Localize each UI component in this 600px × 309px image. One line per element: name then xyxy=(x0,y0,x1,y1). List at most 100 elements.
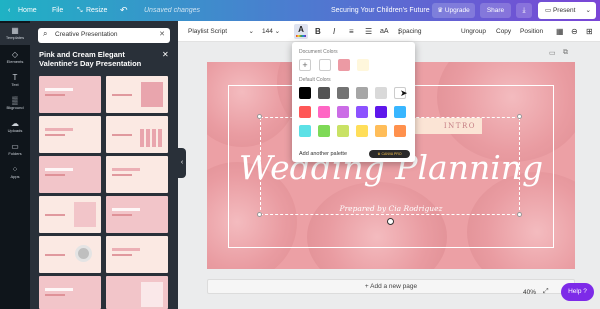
rail-background[interactable]: ▒ Bkground xyxy=(0,93,30,115)
list-icon[interactable]: ☰ xyxy=(365,21,372,42)
bold-icon[interactable]: B xyxy=(315,21,321,42)
add-color-button[interactable]: + xyxy=(299,59,311,71)
default-color-swatch[interactable] xyxy=(299,106,311,118)
template-page-thumb[interactable] xyxy=(39,236,101,273)
present-button[interactable]: ▭ Present ⌄ xyxy=(538,2,596,19)
side-rail: ▦ Templates ◇ Elements T Text ▒ Bkground ☁ Up… xyxy=(0,21,30,309)
document-title[interactable]: Securing Your Children's Future xyxy=(331,0,430,21)
template-page-thumb[interactable] xyxy=(39,156,101,193)
position-button[interactable]: Position xyxy=(520,21,543,42)
close-icon[interactable]: ✕ xyxy=(162,50,169,59)
resize-handle[interactable] xyxy=(517,114,522,119)
fullscreen-icon[interactable]: ⤢ xyxy=(543,288,549,296)
letter-case-icon[interactable]: aA xyxy=(380,21,389,42)
default-color-swatch[interactable] xyxy=(318,106,330,118)
rail-label: Elements xyxy=(6,59,24,64)
default-colors-label: Default Colors xyxy=(299,77,331,83)
default-color-swatch[interactable] xyxy=(299,125,311,137)
file-menu[interactable]: File xyxy=(52,0,63,21)
save-status: Unsaved changes xyxy=(144,7,201,14)
transparency-icon[interactable]: ▦ xyxy=(556,21,564,42)
clear-search-icon[interactable]: ✕ xyxy=(159,30,165,38)
zoom-level[interactable]: 40% xyxy=(523,289,536,296)
resize-button[interactable]: Resize xyxy=(86,0,107,21)
duplicate-page-icon[interactable]: ⧉ xyxy=(563,49,568,57)
lock-icon[interactable]: ⊞ xyxy=(586,21,593,42)
rail-label: Apps xyxy=(10,174,20,179)
chevron-down-icon[interactable]: ⌄ xyxy=(586,2,591,19)
template-page-thumb[interactable] xyxy=(106,156,168,193)
rail-label: Bkground xyxy=(6,105,24,110)
rotate-handle[interactable] xyxy=(387,218,394,225)
template-page-thumb[interactable] xyxy=(106,276,168,309)
template-page-thumb[interactable] xyxy=(106,76,168,113)
template-page-thumb[interactable] xyxy=(39,76,101,113)
default-color-swatch[interactable] xyxy=(394,125,406,137)
default-color-swatch[interactable] xyxy=(356,87,368,99)
rail-folders[interactable]: ▭ Folders xyxy=(0,139,30,161)
undo-icon[interactable]: ↶ xyxy=(120,0,128,21)
pro-badge-label: CANVA PRO xyxy=(381,152,402,156)
default-color-swatch[interactable] xyxy=(318,125,330,137)
rail-label: Folders xyxy=(8,151,22,156)
copy-button[interactable]: Copy xyxy=(496,21,511,42)
home-button[interactable]: Home xyxy=(18,0,37,21)
back-chevron-icon[interactable]: ‹ xyxy=(8,0,10,21)
search-input[interactable]: ⌕ Creative Presentation ✕ xyxy=(38,28,170,43)
template-page-thumb[interactable] xyxy=(106,196,168,233)
add-page-button[interactable]: + Add a new page xyxy=(207,279,575,294)
chevron-down-icon: ⌄ xyxy=(248,28,254,35)
align-icon[interactable]: ≡ xyxy=(349,21,354,42)
document-color-swatch[interactable] xyxy=(338,59,350,71)
default-color-swatch[interactable] xyxy=(299,87,311,99)
rail-templates[interactable]: ▦ Templates xyxy=(0,23,30,45)
font-size-select[interactable]: 144 ⌄ xyxy=(262,24,284,39)
share-button[interactable]: Share xyxy=(480,3,511,18)
templates-icon: ▦ xyxy=(11,26,19,35)
document-colors-label: Document Colors xyxy=(299,49,338,55)
resize-handle[interactable] xyxy=(257,114,262,119)
rail-apps[interactable]: ⁘ Apps xyxy=(0,162,30,184)
upgrade-label: Upgrade xyxy=(444,7,470,14)
rail-uploads[interactable]: ☁ Uploads xyxy=(0,116,30,138)
default-color-swatch[interactable] xyxy=(356,106,368,118)
rail-label: Uploads xyxy=(7,128,23,133)
ungroup-button[interactable]: Ungroup xyxy=(461,21,486,42)
link-icon[interactable]: ⊖ xyxy=(571,21,578,42)
template-page-thumb[interactable] xyxy=(106,116,168,153)
default-color-swatch[interactable] xyxy=(337,106,349,118)
default-color-swatch[interactable] xyxy=(337,125,349,137)
default-color-swatch[interactable] xyxy=(375,106,387,118)
template-page-thumb[interactable] xyxy=(39,196,101,233)
rail-label: Text xyxy=(11,82,19,87)
template-page-thumb[interactable] xyxy=(39,276,101,309)
text-color-button[interactable]: A xyxy=(294,24,308,39)
page-notes-icon[interactable]: ▭ xyxy=(549,49,556,57)
background-icon: ▒ xyxy=(12,96,18,105)
default-color-swatch[interactable] xyxy=(337,87,349,99)
add-palette-link[interactable]: Add another palette xyxy=(299,151,347,157)
upgrade-button[interactable]: ♛ Upgrade xyxy=(432,3,475,18)
uploads-icon: ☁ xyxy=(11,119,19,128)
collapse-panel-button[interactable]: ‹ xyxy=(178,148,186,178)
download-icon[interactable]: ⤓ xyxy=(516,3,532,18)
document-color-swatch[interactable] xyxy=(319,59,331,71)
italic-icon[interactable]: I xyxy=(333,21,335,42)
color-picker-dropdown: Document Colors + Default Colors Add ano… xyxy=(292,42,415,162)
template-page-thumb[interactable] xyxy=(106,236,168,273)
default-color-swatch[interactable] xyxy=(318,87,330,99)
slide-byline[interactable]: Prepared by Cia Rodriguez xyxy=(207,204,575,213)
rail-elements[interactable]: ◇ Elements xyxy=(0,47,30,69)
spacing-button[interactable]: Spacing xyxy=(398,21,422,42)
template-title: Pink and Cream Elegant Valentine's Day P… xyxy=(39,50,142,68)
rail-text[interactable]: T Text xyxy=(0,70,30,92)
default-color-swatch[interactable] xyxy=(394,106,406,118)
default-color-swatch[interactable] xyxy=(375,87,387,99)
default-color-swatch[interactable] xyxy=(375,125,387,137)
help-button[interactable]: Help ? xyxy=(561,283,594,301)
font-select[interactable]: Playlist Script ⌄ xyxy=(184,24,262,39)
document-color-swatch[interactable] xyxy=(357,59,369,71)
template-page-thumb[interactable] xyxy=(39,116,101,153)
default-color-swatch[interactable] xyxy=(356,125,368,137)
text-icon: T xyxy=(12,73,18,82)
